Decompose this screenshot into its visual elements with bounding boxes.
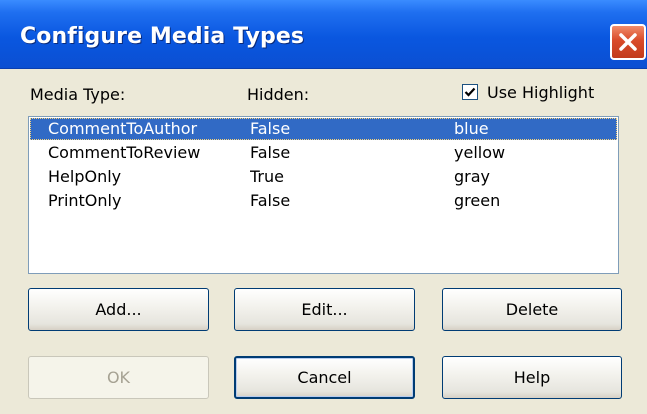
use-highlight-label[interactable]: Use Highlight [487, 83, 594, 102]
highlight-color: green [454, 191, 501, 210]
checkmark-icon [464, 87, 476, 97]
list-item[interactable]: CommentToReview False yellow [30, 142, 617, 164]
highlight-color: yellow [454, 143, 506, 162]
title-bar[interactable]: Configure Media Types [0, 0, 647, 69]
help-button[interactable]: Help [442, 356, 622, 399]
cancel-button[interactable]: Cancel [234, 356, 415, 399]
hidden-value: True [250, 167, 284, 186]
edit-button[interactable]: Edit... [234, 288, 415, 331]
hidden-header: Hidden: [247, 85, 310, 104]
use-highlight-checkbox[interactable]: Use Highlight [462, 82, 594, 102]
help-button-label: Help [513, 368, 551, 387]
ok-button[interactable]: OK [28, 356, 209, 399]
checkbox-box[interactable] [462, 84, 478, 100]
hidden-value: False [250, 191, 291, 210]
highlight-color: gray [454, 167, 491, 186]
list-item[interactable]: PrintOnly False green [30, 190, 617, 212]
configure-media-types-dialog: Configure Media Types Media Type: Hidden… [0, 0, 647, 414]
window-title: Configure Media Types [20, 24, 305, 49]
add-button-label: Add... [95, 300, 142, 319]
media-type-name: PrintOnly [48, 191, 122, 210]
list-item[interactable]: HelpOnly True gray [30, 166, 617, 188]
media-type-list[interactable]: CommentToAuthor False blue CommentToRevi… [28, 116, 619, 274]
dialog-body: Media Type: Hidden: Use Highlight Commen… [0, 69, 647, 414]
edit-button-label: Edit... [301, 300, 348, 319]
hidden-value: False [250, 143, 291, 162]
close-icon [619, 33, 637, 51]
media-type-name: CommentToAuthor [48, 119, 198, 138]
delete-button-label: Delete [505, 300, 559, 319]
list-item[interactable]: CommentToAuthor False blue [30, 118, 617, 140]
media-type-name: HelpOnly [48, 167, 122, 186]
highlight-color: blue [454, 119, 489, 138]
hidden-value: False [250, 119, 291, 138]
delete-button[interactable]: Delete [442, 288, 622, 331]
add-button[interactable]: Add... [28, 288, 209, 331]
media-type-name: CommentToReview [48, 143, 201, 162]
cancel-button-label: Cancel [297, 368, 352, 387]
media-type-header: Media Type: [30, 85, 126, 104]
close-button[interactable] [610, 24, 646, 60]
ok-button-label: OK [106, 368, 131, 387]
